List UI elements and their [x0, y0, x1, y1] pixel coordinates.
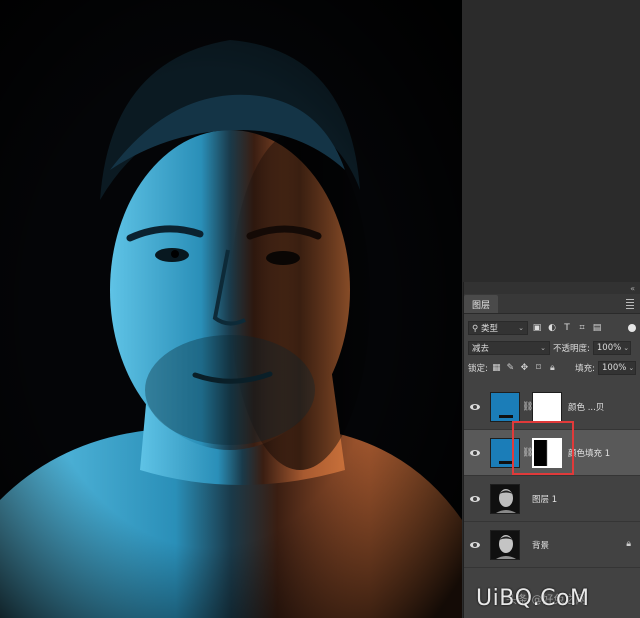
layer-name[interactable]: 颜色 ...贝 — [568, 401, 604, 413]
filter-kind-dropdown[interactable]: ⚲ 类型 ⌄ — [468, 321, 528, 335]
fill-value: 100% — [602, 363, 627, 373]
fill-field[interactable]: 100% ⌄ — [598, 361, 636, 375]
lock-move-icon[interactable]: ✥ — [519, 363, 530, 374]
chevron-down-icon: ⌄ — [623, 344, 630, 352]
chevron-down-icon: ⌄ — [518, 324, 524, 332]
eye-icon — [470, 495, 480, 502]
portrait-image — [0, 0, 462, 618]
layer-name[interactable]: 图层 1 — [532, 493, 557, 505]
opacity-field[interactable]: 100% ⌄ — [592, 341, 631, 355]
lock-transparent-icon[interactable]: ▦ — [491, 363, 502, 374]
visibility-toggle[interactable] — [464, 522, 486, 568]
chain-link-icon[interactable]: ⛓ — [522, 402, 533, 412]
chevron-down-icon: ⌄ — [628, 364, 635, 372]
watermark: 头条 @好兔之网 UiBQ.CoM — [476, 580, 640, 618]
eye-icon — [470, 403, 480, 410]
filter-toggle[interactable] — [628, 324, 636, 332]
layer-mask-thumbnail[interactable] — [532, 437, 562, 468]
layer-name[interactable]: 颜色填充 1 — [568, 447, 610, 459]
eye-icon — [470, 449, 480, 456]
lock-row: 锁定: ▦ ✎ ✥ ⌑ 🔒︎ 填充: 100% ⌄ — [464, 358, 640, 378]
chevron-down-icon: ⌄ — [540, 344, 546, 352]
panel-collapse-bar[interactable]: « — [464, 282, 640, 294]
eye-icon — [470, 541, 480, 548]
watermark-logo-text: UiBQ.CoM — [476, 586, 590, 611]
lock-label: 锁定: — [468, 364, 488, 374]
document-canvas[interactable] — [0, 0, 462, 618]
visibility-toggle[interactable] — [464, 384, 486, 430]
layer-row[interactable]: 图层 1 — [464, 476, 640, 522]
type-filter-icon[interactable]: T — [561, 322, 573, 334]
layer-row-selected[interactable]: ⛓ 颜色填充 1 — [464, 430, 640, 476]
filter-kind-label: 类型 — [480, 324, 498, 334]
collapse-icon[interactable]: « — [630, 284, 635, 293]
blend-mode-dropdown[interactable]: 减去 ⌄ — [468, 341, 550, 355]
adjustment-filter-icon[interactable]: ◐ — [546, 322, 558, 334]
visibility-toggle[interactable] — [464, 476, 486, 522]
layer-thumbnail — [490, 437, 520, 468]
search-icon: ⚲ — [472, 324, 479, 334]
opacity-value: 100% — [596, 343, 622, 353]
filter-row: ⚲ 类型 ⌄ ▣ ◐ T ⌗ ▤ — [464, 318, 640, 338]
layer-name[interactable]: 背景 — [532, 539, 549, 551]
layers-panel: « 图层 ⚲ 类型 ⌄ ▣ ◐ T ⌗ ▤ 减去 ⌄ 不透明度: 100% ⌄ … — [463, 282, 640, 618]
panel-menu-icon[interactable] — [626, 295, 640, 313]
lock-paint-icon[interactable]: ✎ — [505, 363, 516, 374]
blend-mode-value: 减去 — [472, 344, 490, 354]
layer-thumbnail — [490, 529, 520, 560]
layer-thumbnail — [490, 483, 520, 514]
layer-mask-thumbnail[interactable] — [532, 391, 562, 422]
lock-artboard-icon[interactable]: ⌑ — [533, 363, 544, 374]
blend-row: 减去 ⌄ 不透明度: 100% ⌄ — [464, 338, 640, 358]
lock-icon: 🔒︎ — [626, 539, 631, 549]
fill-label: 填充: — [575, 364, 595, 374]
layer-row[interactable]: ⛓ 颜色 ...贝 — [464, 384, 640, 430]
opacity-label: 不透明度: — [553, 344, 590, 354]
chain-link-icon[interactable]: ⛓ — [522, 448, 533, 458]
layers-list: ⛓ 颜色 ...贝 ⛓ 颜色填充 1 图层 1 背景 🔒︎ — [464, 384, 640, 568]
panel-tabbar: 图层 — [464, 294, 640, 314]
visibility-toggle[interactable] — [464, 430, 486, 476]
shape-filter-icon[interactable]: ⌗ — [576, 322, 588, 334]
lock-all-icon[interactable]: 🔒︎ — [547, 363, 558, 374]
smart-object-filter-icon[interactable]: ▤ — [591, 322, 603, 334]
layer-thumbnail — [490, 391, 520, 422]
image-filter-icon[interactable]: ▣ — [531, 322, 543, 334]
tab-layers[interactable]: 图层 — [464, 295, 499, 313]
layer-row[interactable]: 背景 🔒︎ — [464, 522, 640, 568]
